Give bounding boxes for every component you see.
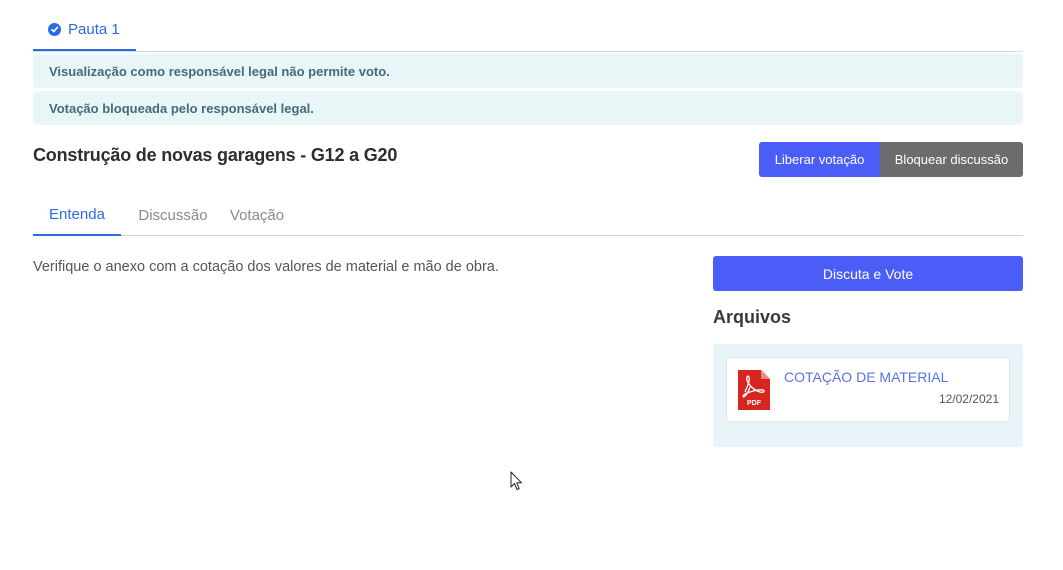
pdf-file-icon: PDF	[738, 370, 770, 410]
page-title: Construção de novas garagens - G12 a G20	[33, 145, 398, 165]
tab-entenda[interactable]: Entenda	[33, 195, 121, 236]
files-heading: Arquivos	[713, 307, 792, 327]
file-name[interactable]: COTAÇÃO DE MATERIAL	[784, 369, 948, 385]
files-panel: PDF COTAÇÃO DE MATERIAL 12/02/2021	[713, 344, 1023, 447]
discuss-and-vote-button[interactable]: Discuta e Vote	[713, 256, 1023, 291]
tab-votacao[interactable]: Votação	[225, 195, 289, 235]
release-vote-button[interactable]: Liberar votação	[759, 142, 880, 177]
tab-pauta-1[interactable]: Pauta 1	[33, 10, 136, 51]
file-item[interactable]: PDF COTAÇÃO DE MATERIAL 12/02/2021	[726, 357, 1010, 422]
tab-discussao[interactable]: Discussão	[121, 195, 225, 235]
page: Pauta 1 Visualização como responsável le…	[0, 0, 1063, 570]
file-date: 12/02/2021	[938, 392, 999, 406]
tab-pauta-1-label: Pauta 1	[68, 21, 120, 38]
check-circle-icon	[48, 23, 61, 36]
alert-vote-blocked: Votação bloqueada pelo responsável legal…	[33, 91, 1023, 125]
pdf-icon-label: PDF	[747, 400, 762, 407]
item-description: Verifique o anexo com a cotação dos valo…	[33, 259, 499, 275]
action-button-group: Liberar votação Bloquear discussão	[759, 142, 1023, 177]
content-tabs: Entenda Discussão Votação	[33, 195, 1023, 236]
mouse-cursor-icon	[510, 471, 522, 490]
top-divider	[33, 51, 1023, 52]
block-discussion-button[interactable]: Bloquear discussão	[880, 142, 1023, 177]
alert-legal-view: Visualização como responsável legal não …	[33, 54, 1023, 88]
